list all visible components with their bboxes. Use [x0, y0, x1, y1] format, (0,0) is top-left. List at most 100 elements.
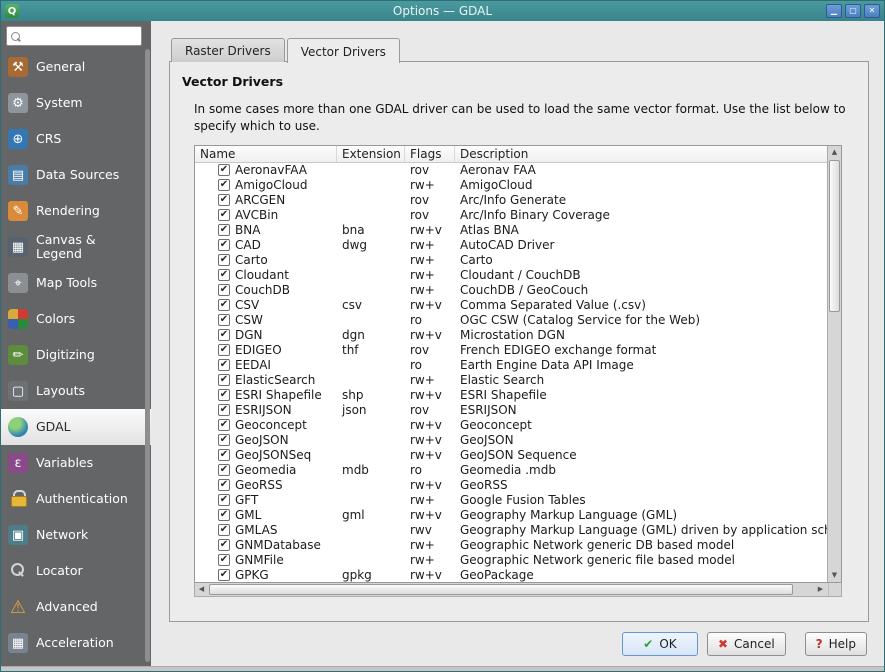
- driver-checkbox[interactable]: ✔: [218, 449, 230, 461]
- table-row[interactable]: ✔AVCBinrovArc/Info Binary Coverage: [195, 208, 827, 223]
- sidebar-item-rendering[interactable]: ✎Rendering: [1, 193, 151, 229]
- titlebar[interactable]: Q Options — GDAL ▁ ▢ ✕: [1, 1, 884, 21]
- driver-checkbox[interactable]: ✔: [218, 179, 230, 191]
- sidebar-scrollbar[interactable]: [145, 49, 150, 662]
- driver-checkbox[interactable]: ✔: [218, 209, 230, 221]
- tab-raster-drivers[interactable]: Raster Drivers: [171, 38, 285, 62]
- table-row[interactable]: ✔Cloudantrw+Cloudant / CouchDB: [195, 268, 827, 283]
- driver-checkbox[interactable]: ✔: [218, 284, 230, 296]
- vertical-scrollbar[interactable]: ▲ ▼: [827, 146, 841, 582]
- table-row[interactable]: ✔EDIGEOthfrovFrench EDIGEO exchange form…: [195, 343, 827, 358]
- sidebar-item-system[interactable]: ⚙System: [1, 85, 151, 121]
- driver-checkbox[interactable]: ✔: [218, 419, 230, 431]
- sidebar-item-locator[interactable]: Locator: [1, 553, 151, 589]
- table-row[interactable]: ✔GeoJSONrw+vGeoJSON: [195, 433, 827, 448]
- sidebar-item-authentication[interactable]: Authentication: [1, 481, 151, 517]
- column-header-extension[interactable]: Extension: [337, 146, 405, 162]
- driver-checkbox[interactable]: ✔: [218, 404, 230, 416]
- table-row[interactable]: ✔GeomediamdbroGeomedia .mdb: [195, 463, 827, 478]
- driver-checkbox[interactable]: ✔: [218, 269, 230, 281]
- table-row[interactable]: ✔ElasticSearchrw+Elastic Search: [195, 373, 827, 388]
- driver-checkbox[interactable]: ✔: [218, 569, 230, 581]
- minimize-button[interactable]: ▁: [826, 4, 842, 18]
- column-header-description[interactable]: Description: [455, 146, 827, 162]
- driver-checkbox[interactable]: ✔: [218, 524, 230, 536]
- horizontal-scrollbar[interactable]: ◀ ▶: [194, 583, 842, 597]
- sidebar-item-layouts[interactable]: ▢Layouts: [1, 373, 151, 409]
- scroll-left-icon[interactable]: ◀: [195, 583, 208, 596]
- table-row[interactable]: ✔GeoJSONSeqrw+vGeoJSON Sequence: [195, 448, 827, 463]
- vertical-scroll-thumb[interactable]: [829, 160, 840, 312]
- table-row[interactable]: ✔AeronavFAArovAeronav FAA: [195, 163, 827, 178]
- sidebar-item-acceleration[interactable]: ▦Acceleration: [1, 625, 151, 661]
- table-row[interactable]: ✔BNAbnarw+vAtlas BNA: [195, 223, 827, 238]
- scroll-up-icon[interactable]: ▲: [828, 146, 841, 159]
- scroll-down-icon[interactable]: ▼: [828, 569, 841, 582]
- driver-checkbox[interactable]: ✔: [218, 299, 230, 311]
- driver-checkbox[interactable]: ✔: [218, 434, 230, 446]
- driver-checkbox[interactable]: ✔: [218, 479, 230, 491]
- driver-checkbox[interactable]: ✔: [218, 314, 230, 326]
- table-row[interactable]: ✔ESRIJSONjsonrovESRIJSON: [195, 403, 827, 418]
- sidebar-item-general[interactable]: ⚒General: [1, 49, 151, 85]
- window-resize-edge[interactable]: [1, 666, 884, 671]
- table-row[interactable]: ✔Cartorw+Carto: [195, 253, 827, 268]
- driver-checkbox[interactable]: ✔: [218, 539, 230, 551]
- sidebar-item-data-sources[interactable]: ▤Data Sources: [1, 157, 151, 193]
- column-header-flags[interactable]: Flags: [405, 146, 455, 162]
- table-row[interactable]: ✔CouchDBrw+CouchDB / GeoCouch: [195, 283, 827, 298]
- sidebar-item-canvas-legend[interactable]: ▦Canvas & Legend: [1, 229, 151, 265]
- sidebar-item-advanced[interactable]: ⚠Advanced: [1, 589, 151, 625]
- table-row[interactable]: ✔GMLASrwvGeography Markup Language (GML)…: [195, 523, 827, 538]
- table-row[interactable]: ✔GeoRSSrw+vGeoRSS: [195, 478, 827, 493]
- driver-checkbox[interactable]: ✔: [218, 494, 230, 506]
- help-button[interactable]: ? Help: [805, 632, 867, 656]
- table-row[interactable]: ✔GNMDatabaserw+Geographic Network generi…: [195, 538, 827, 553]
- horizontal-scroll-thumb[interactable]: [209, 584, 793, 595]
- sidebar-item-digitizing[interactable]: ✏Digitizing: [1, 337, 151, 373]
- close-button[interactable]: ✕: [864, 4, 880, 18]
- driver-checkbox[interactable]: ✔: [218, 344, 230, 356]
- table-row[interactable]: ✔GPKGgpkgrw+vGeoPackage: [195, 568, 827, 582]
- table-row[interactable]: ✔Geoconceptrw+vGeoconcept: [195, 418, 827, 433]
- table-row[interactable]: ✔GFTrw+Google Fusion Tables: [195, 493, 827, 508]
- driver-name: CSV: [235, 298, 259, 312]
- table-row[interactable]: ✔CSWroOGC CSW (Catalog Service for the W…: [195, 313, 827, 328]
- search-box[interactable]: [6, 26, 142, 46]
- table-row[interactable]: ✔AmigoCloudrw+AmigoCloud: [195, 178, 827, 193]
- driver-checkbox[interactable]: ✔: [218, 509, 230, 521]
- table-row[interactable]: ✔CSVcsvrw+vComma Separated Value (.csv): [195, 298, 827, 313]
- table-row[interactable]: ✔ARCGENrovArc/Info Generate: [195, 193, 827, 208]
- maximize-button[interactable]: ▢: [845, 4, 861, 18]
- cancel-button[interactable]: ✖ Cancel: [707, 632, 786, 656]
- driver-checkbox[interactable]: ✔: [218, 239, 230, 251]
- table-row[interactable]: ✔ESRI Shapefileshprw+vESRI Shapefile: [195, 388, 827, 403]
- sidebar-item-crs[interactable]: ⊕CRS: [1, 121, 151, 157]
- column-header-name[interactable]: Name: [195, 146, 337, 162]
- driver-name-cell: ✔AmigoCloud: [195, 178, 337, 192]
- driver-checkbox[interactable]: ✔: [218, 194, 230, 206]
- tab-vector-drivers[interactable]: Vector Drivers: [287, 38, 400, 63]
- driver-checkbox[interactable]: ✔: [218, 389, 230, 401]
- sidebar-item-map-tools[interactable]: ⌖Map Tools: [1, 265, 151, 301]
- scroll-right-icon[interactable]: ▶: [814, 583, 827, 596]
- sidebar-item-network[interactable]: ▣Network: [1, 517, 151, 553]
- driver-checkbox[interactable]: ✔: [218, 554, 230, 566]
- driver-checkbox[interactable]: ✔: [218, 464, 230, 476]
- driver-checkbox[interactable]: ✔: [218, 164, 230, 176]
- sidebar-item-variables[interactable]: εVariables: [1, 445, 151, 481]
- driver-checkbox[interactable]: ✔: [218, 329, 230, 341]
- table-row[interactable]: ✔GNMFilerw+Geographic Network generic fi…: [195, 553, 827, 568]
- settings-search-input[interactable]: [24, 29, 138, 44]
- driver-checkbox[interactable]: ✔: [218, 224, 230, 236]
- table-row[interactable]: ✔EEDAIroEarth Engine Data API Image: [195, 358, 827, 373]
- table-row[interactable]: ✔DGNdgnrw+vMicrostation DGN: [195, 328, 827, 343]
- driver-checkbox[interactable]: ✔: [218, 359, 230, 371]
- driver-checkbox[interactable]: ✔: [218, 374, 230, 386]
- table-row[interactable]: ✔CADdwgrw+AutoCAD Driver: [195, 238, 827, 253]
- ok-button[interactable]: ✔ OK: [622, 632, 698, 656]
- table-row[interactable]: ✔GMLgmlrw+vGeography Markup Language (GM…: [195, 508, 827, 523]
- sidebar-item-colors[interactable]: Colors: [1, 301, 151, 337]
- driver-checkbox[interactable]: ✔: [218, 254, 230, 266]
- sidebar-item-gdal[interactable]: GDAL: [1, 409, 151, 445]
